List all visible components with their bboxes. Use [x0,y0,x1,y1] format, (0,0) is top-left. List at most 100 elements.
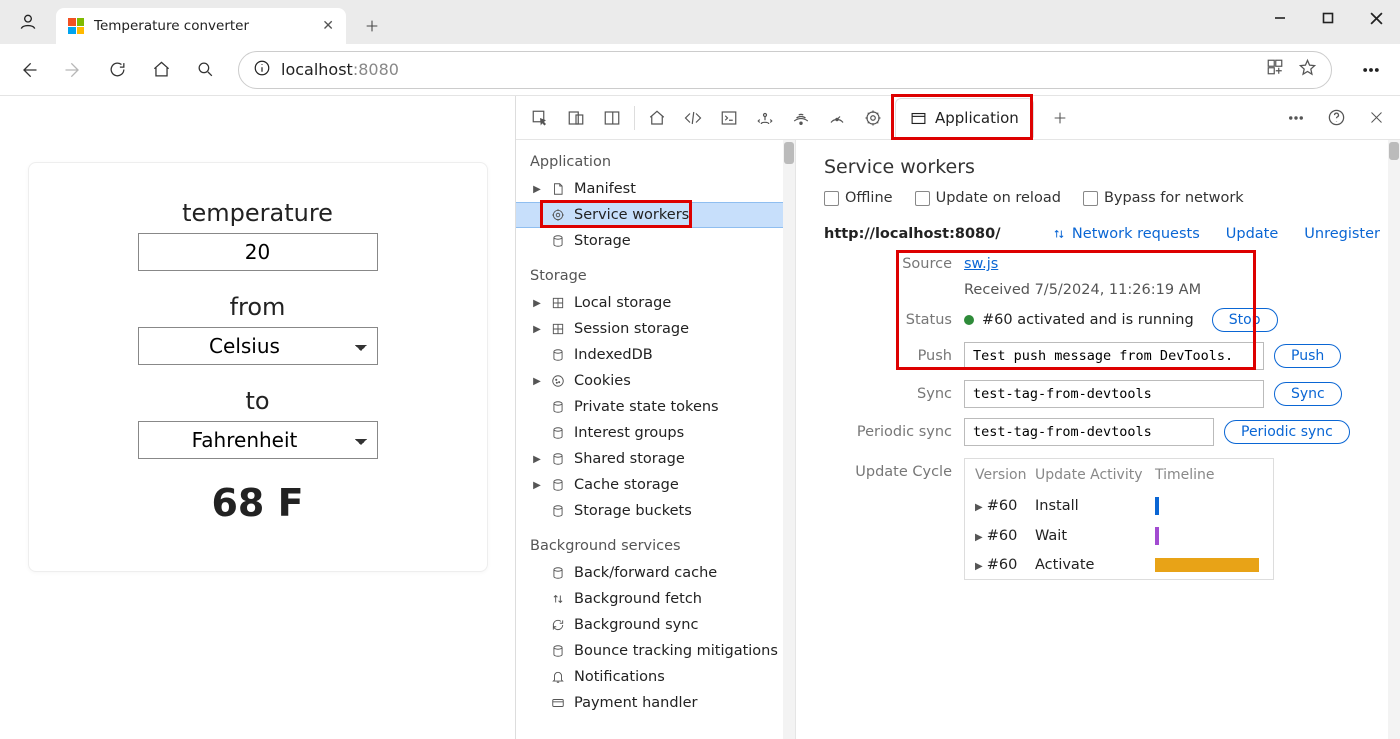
devtools-tabbar: Application [516,96,1400,140]
temperature-input[interactable] [138,233,378,271]
sidebar-item-bg-fetch[interactable]: ▶Background fetch [516,586,795,612]
device-toggle-icon[interactable] [558,100,594,136]
timeline-wait-bar [1155,527,1159,545]
inspect-element-icon[interactable] [522,100,558,136]
browser-toolbar: localhost:8080 [0,44,1400,96]
update-cycle-table: Version Update Activity Timeline ▶#60 In… [964,458,1274,580]
welcome-tab-icon[interactable] [639,100,675,136]
sidebar-item-bg-sync[interactable]: ▶Background sync [516,612,795,638]
received-text: Received 7/5/2024, 11:26:19 AM [964,282,1376,298]
sidebar-item-private-state-tokens[interactable]: ▶Private state tokens [516,394,795,420]
sidebar-item-bf-cache[interactable]: ▶Back/forward cache [516,560,795,586]
temperature-label: temperature [53,199,463,227]
sync-input[interactable] [964,380,1264,408]
sources-tab-icon[interactable] [747,100,783,136]
sidebar-item-indexeddb[interactable]: ▶IndexedDB [516,342,795,368]
close-window-button[interactable] [1352,0,1400,36]
sidebar-item-notifications[interactable]: ▶Notifications [516,664,795,690]
detail-grid: Source sw.js Received 7/5/2024, 11:26:19… [824,256,1400,580]
periodic-sync-input[interactable] [964,418,1214,446]
cycle-row-wait[interactable]: ▶#60 Wait [965,521,1273,551]
source-link[interactable]: sw.js [964,256,998,272]
browser-tab[interactable]: Temperature converter ✕ [56,8,346,44]
push-button[interactable]: Push [1274,344,1341,368]
push-label: Push [824,348,964,364]
sync-button[interactable]: Sync [1274,382,1342,406]
unregister-link[interactable]: Unregister [1304,226,1380,242]
new-tab-button[interactable] [354,8,390,44]
application-tab[interactable]: Application [895,98,1034,138]
back-button[interactable] [10,51,48,89]
sidebar-item-service-workers[interactable]: ▶Service workers [516,202,795,228]
sidebar-item-local-storage[interactable]: ▶Local storage [516,290,795,316]
sidebar-item-bounce[interactable]: ▶Bounce tracking mitigations [516,638,795,664]
options-row: Offline Update on reload Bypass for netw… [824,190,1400,206]
profile-button[interactable] [0,0,56,44]
address-bar[interactable]: localhost:8080 [238,51,1332,89]
application-sidebar[interactable]: Application ▶Manifest ▶Service workers ▶… [516,140,796,739]
network-requests-link[interactable]: Network requests [1052,226,1200,242]
to-select[interactable]: Fahrenheit [138,421,378,459]
favorite-star-icon[interactable] [1298,58,1317,81]
minimize-button[interactable] [1256,0,1304,36]
search-toolbar-button[interactable] [186,51,224,89]
application-tab-label: Application [935,109,1019,127]
elements-tab-icon[interactable] [675,100,711,136]
source-label: Source [824,256,964,272]
window-titlebar: Temperature converter ✕ [0,0,1400,44]
from-label: from [53,293,463,321]
sidebar-item-cookies[interactable]: ▶Cookies [516,368,795,394]
cycle-row-install[interactable]: ▶#60 Install [965,491,1273,521]
network-tab-icon[interactable] [783,100,819,136]
sync-label: Sync [824,386,964,402]
page-content: temperature from Celsius to Fahrenheit 6… [0,96,515,739]
sidebar-item-manifest[interactable]: ▶Manifest [516,176,795,202]
periodic-sync-button[interactable]: Periodic sync [1224,420,1350,444]
browser-menu-button[interactable] [1352,51,1390,89]
offline-checkbox[interactable]: Offline [824,190,893,206]
sidebar-group-storage: Storage [516,254,795,290]
refresh-button[interactable] [98,51,136,89]
add-panel-button[interactable] [1042,100,1078,136]
console-tab-icon[interactable] [711,100,747,136]
maximize-button[interactable] [1304,0,1352,36]
devtools-body: Application ▶Manifest ▶Service workers ▶… [516,140,1400,739]
sidebar-item-cache-storage[interactable]: ▶Cache storage [516,472,795,498]
microsoft-favicon-icon [68,18,84,34]
to-label: to [53,387,463,415]
site-info-icon[interactable] [253,59,271,81]
from-select[interactable]: Celsius [138,327,378,365]
sidebar-item-storage-buckets[interactable]: ▶Storage buckets [516,498,795,524]
sidebar-item-storage-overview[interactable]: ▶Storage [516,228,795,254]
performance-tab-icon[interactable] [819,100,855,136]
cycle-row-activate[interactable]: ▶#60 Activate [965,551,1273,579]
status-text: #60 activated and is running [982,312,1194,328]
periodic-sync-label: Periodic sync [824,424,964,440]
update-cycle-label: Update Cycle [824,456,964,480]
service-workers-detail: Service workers Offline Update on reload… [796,140,1400,739]
forward-button[interactable] [54,51,92,89]
devtools-close-button[interactable] [1358,100,1394,136]
detail-scrollbar[interactable] [1388,140,1400,739]
devtools-help-button[interactable] [1318,100,1354,136]
url-host: localhost [281,60,353,79]
devtools-panel: Application Application ▶Manifest ▶Servi… [515,96,1400,739]
update-on-reload-checkbox[interactable]: Update on reload [915,190,1061,206]
sidebar-scrollbar[interactable] [783,140,795,739]
dock-side-icon[interactable] [594,100,630,136]
sidebar-item-session-storage[interactable]: ▶Session storage [516,316,795,342]
stop-button[interactable]: Stop [1212,308,1278,332]
update-link[interactable]: Update [1226,226,1279,242]
tab-close-button[interactable]: ✕ [322,18,334,34]
sidebar-item-payment[interactable]: ▶Payment handler [516,690,795,716]
sidebar-item-shared-storage[interactable]: ▶Shared storage [516,446,795,472]
sidebar-group-application: Application [516,140,795,176]
tab-strip: Temperature converter ✕ [56,0,390,44]
bypass-for-network-checkbox[interactable]: Bypass for network [1083,190,1244,206]
apps-icon[interactable] [1266,58,1284,81]
devtools-more-button[interactable] [1278,100,1314,136]
home-button[interactable] [142,51,180,89]
push-input[interactable] [964,342,1264,370]
memory-tab-icon[interactable] [855,100,891,136]
sidebar-item-interest-groups[interactable]: ▶Interest groups [516,420,795,446]
